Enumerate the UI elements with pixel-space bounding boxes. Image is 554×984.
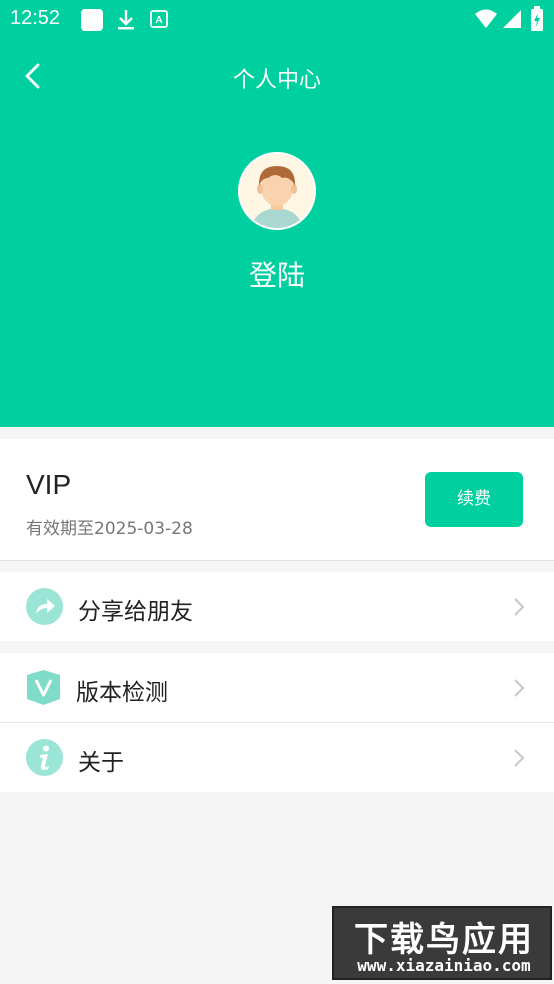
font-a-icon: A — [150, 10, 168, 28]
watermark-title: 下载鸟应用 — [354, 920, 534, 960]
info-icon — [26, 739, 63, 776]
chevron-right-icon — [514, 749, 525, 767]
download-icon — [118, 10, 134, 30]
vip-expiry-date: 有效期至2025-03-28 — [26, 519, 193, 539]
version-shield-icon — [27, 670, 60, 705]
watermark: 下载鸟应用 www.xiazainiao.com — [332, 906, 552, 980]
signal-icon — [503, 10, 521, 28]
login-button[interactable]: 登陆 — [0, 254, 554, 294]
share-icon — [26, 588, 63, 625]
wifi-icon — [475, 9, 497, 28]
menu-item-share[interactable]: 分享给朋友 — [0, 572, 554, 641]
avatar[interactable] — [238, 152, 316, 230]
menu-item-version-check[interactable]: 版本检测 — [0, 653, 554, 722]
menu-item-label: 分享给朋友 — [78, 599, 193, 625]
profile-header: 个人中心 登陆 — [0, 38, 554, 427]
watermark-url: www.xiazainiao.com — [357, 956, 531, 975]
vip-card: VIP 有效期至2025-03-28 续费 — [0, 439, 554, 561]
status-time: 12:52 — [10, 7, 61, 29]
square-app-icon — [81, 9, 103, 31]
menu-item-label: 关于 — [78, 750, 124, 776]
page-title: 个人中心 — [232, 68, 321, 93]
battery-icon — [531, 6, 543, 31]
chevron-right-icon — [514, 679, 525, 697]
svg-text:A: A — [155, 15, 162, 26]
vip-title: VIP — [26, 469, 72, 500]
status-bar: 12:52 A — [0, 0, 554, 38]
menu-item-about[interactable]: 关于 — [0, 723, 554, 792]
renew-button[interactable]: 续费 — [425, 472, 523, 527]
user-avatar-icon — [240, 154, 314, 228]
menu-item-label: 版本检测 — [76, 680, 168, 706]
chevron-right-icon — [514, 598, 525, 616]
